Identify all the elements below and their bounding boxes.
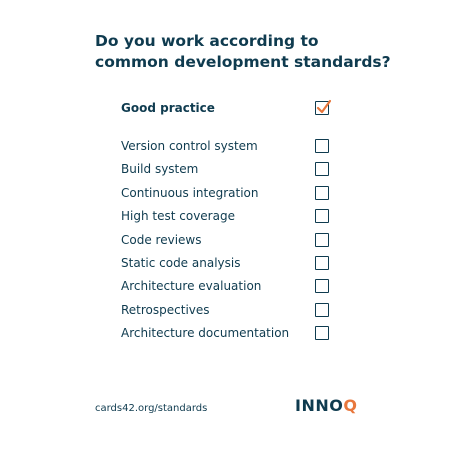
- logo-main-text: INNO: [295, 396, 344, 415]
- checklist-item-label: Static code analysis: [121, 256, 241, 270]
- checkbox[interactable]: [315, 233, 329, 247]
- checklist-item: High test coverage: [121, 206, 336, 226]
- card-title-line-2: common development standards?: [95, 53, 391, 71]
- checklist-item-label: Architecture evaluation: [121, 279, 262, 293]
- footer-link[interactable]: cards42.org/standards: [95, 403, 207, 414]
- checkbox[interactable]: [315, 162, 329, 176]
- checkbox[interactable]: [315, 279, 329, 293]
- checklist-item-label: High test coverage: [121, 209, 235, 223]
- card-title: Do you work according to common developm…: [95, 31, 415, 73]
- checklist-item: Continuous integration: [121, 183, 336, 203]
- checklist-header-label: Good practice: [121, 101, 215, 115]
- checklist-item: Version control system: [121, 136, 336, 156]
- checklist-item: Architecture evaluation: [121, 276, 336, 296]
- checklist-item-label: Continuous integration: [121, 186, 259, 200]
- checkbox[interactable]: [315, 326, 329, 340]
- checkmark-icon: [316, 99, 331, 114]
- logo-accent-text: Q: [343, 396, 358, 415]
- checklist-item: Architecture documentation: [121, 323, 336, 343]
- checklist-item: Code reviews: [121, 230, 336, 250]
- checklist-header: Good practice: [121, 98, 336, 118]
- innoq-logo: INNOQ: [295, 396, 357, 415]
- good-practice-checkbox[interactable]: [315, 99, 331, 115]
- checklist-item: Retrospectives: [121, 300, 336, 320]
- checkbox[interactable]: [315, 186, 329, 200]
- checkbox[interactable]: [315, 256, 329, 270]
- checklist-item-label: Build system: [121, 162, 199, 176]
- checklist-item: Build system: [121, 159, 336, 179]
- checklist-item: Static code analysis: [121, 253, 336, 273]
- checkbox[interactable]: [315, 209, 329, 223]
- card-title-line-1: Do you work according to: [95, 32, 319, 50]
- checklist-item-label: Architecture documentation: [121, 326, 290, 340]
- checkbox[interactable]: [315, 139, 329, 153]
- checklist-item-label: Retrospectives: [121, 303, 210, 317]
- checklist-item-label: Code reviews: [121, 233, 202, 247]
- checklist-item-label: Version control system: [121, 139, 258, 153]
- checkbox[interactable]: [315, 303, 329, 317]
